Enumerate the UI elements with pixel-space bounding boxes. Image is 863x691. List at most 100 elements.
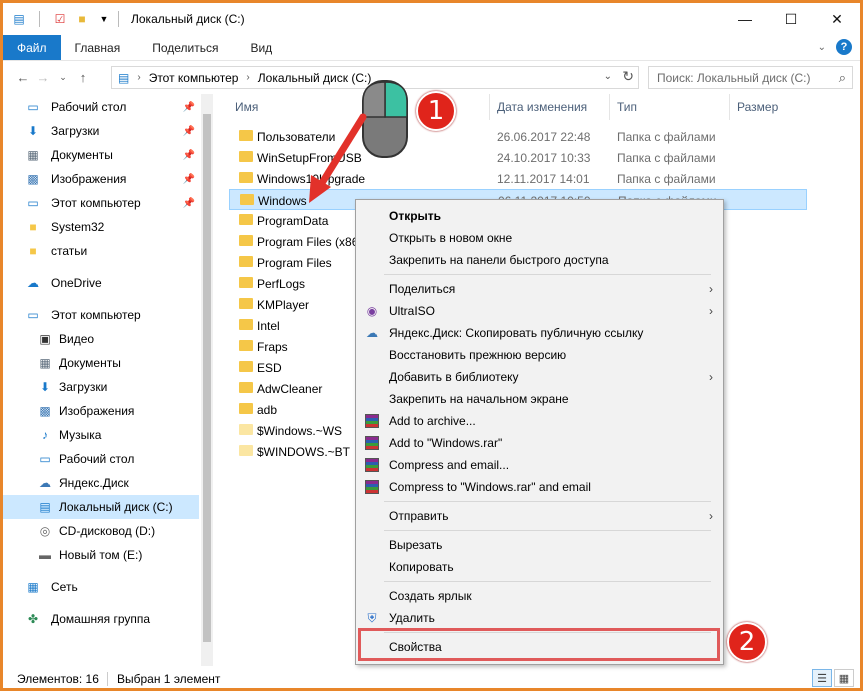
yandex-disk-icon: ☁	[366, 326, 378, 340]
sidebar-item-music[interactable]: ♪ Музыка	[3, 423, 199, 447]
submenu-arrow-icon: ›	[709, 509, 713, 523]
tab-view[interactable]: Вид	[236, 35, 286, 60]
column-date-modified[interactable]: Дата изменения	[497, 100, 587, 114]
sidebar-scrollbar[interactable]	[201, 94, 213, 666]
sidebar-item-network[interactable]: ▦ Сеть	[3, 575, 199, 599]
ribbon-right-controls: ⌄ ?	[818, 39, 852, 55]
sidebar-item-label: Рабочий стол	[59, 452, 135, 466]
sidebar-item-desktop[interactable]: ▭ Рабочий стол	[3, 447, 199, 471]
menu-item-restore-previous[interactable]: Восстановить прежнюю версию	[356, 344, 723, 366]
sidebar-item-documents[interactable]: ▦ Документы	[3, 351, 199, 375]
item-count: Элементов: 16	[17, 672, 99, 686]
sidebar-item-system32[interactable]: ■ System32	[3, 215, 199, 239]
sidebar-item-new-volume-e[interactable]: ▬ Новый том (E:)	[3, 543, 199, 567]
large-icons-view-icon[interactable]: ▦	[834, 669, 854, 687]
sidebar-item-downloads-pinned[interactable]: ⬇ Загрузки 📌	[3, 119, 199, 143]
sidebar-item-this-pc-pinned[interactable]: ▭ Этот компьютер 📌	[3, 191, 199, 215]
sidebar-item-articles[interactable]: ■ статьи	[3, 239, 199, 263]
details-view-icon[interactable]: ☰	[812, 669, 832, 687]
tab-share[interactable]: Поделиться	[138, 35, 232, 60]
menu-item-label: Открыть	[389, 209, 442, 223]
forward-button[interactable]: →	[33, 70, 53, 85]
properties-icon[interactable]: ☑	[52, 11, 68, 27]
column-type[interactable]: Тип	[617, 100, 637, 114]
shield-icon: ⛨	[367, 610, 377, 625]
menu-item-compress-rar-email[interactable]: Compress to "Windows.rar" and email	[356, 476, 723, 498]
menu-item-add-to-archive[interactable]: Add to archive...	[356, 410, 723, 432]
maximize-button[interactable]: ☐	[768, 3, 814, 35]
menu-item-label: Открыть в новом окне	[389, 231, 513, 245]
menu-item-yandex-copy-link[interactable]: ☁ Яндекс.Диск: Скопировать публичную ссыл…	[356, 322, 723, 344]
tab-file[interactable]: Файл	[3, 35, 61, 60]
sidebar-item-local-disk-c[interactable]: ▤ Локальный диск (C:)	[3, 495, 199, 519]
documents-icon: ▦	[27, 148, 39, 162]
menu-item-copy[interactable]: Копировать	[356, 556, 723, 578]
help-icon[interactable]: ?	[836, 39, 852, 55]
chevron-right-icon[interactable]: ›	[137, 72, 140, 83]
sidebar-item-desktop-pinned[interactable]: ▭ Рабочий стол 📌	[3, 95, 199, 119]
breadcrumb-this-pc[interactable]: Этот компьютер	[149, 71, 239, 85]
expand-ribbon-icon[interactable]: ⌄	[818, 42, 826, 53]
sidebar-item-video[interactable]: ▣ Видео	[3, 327, 199, 351]
tab-home[interactable]: Главная	[61, 35, 135, 60]
sidebar-item-homegroup[interactable]: ✤ Домашняя группа	[3, 607, 199, 631]
file-name: $WINDOWS.~BT	[257, 445, 351, 459]
menu-item-delete[interactable]: ⛨ Удалить	[356, 607, 723, 629]
sidebar-item-cd-drive[interactable]: ◎ CD-дисковод (D:)	[3, 519, 199, 543]
title-separator-2	[118, 11, 119, 27]
pictures-icon: ▩	[39, 404, 51, 418]
file-name: PerfLogs	[257, 277, 306, 291]
up-button[interactable]: ↑	[73, 70, 93, 85]
minimize-button[interactable]: —	[722, 3, 768, 35]
column-name[interactable]: Имя	[235, 100, 258, 114]
view-buttons: ☰ ▦	[812, 669, 854, 687]
back-button[interactable]: ←	[13, 70, 33, 85]
sidebar-item-onedrive[interactable]: ☁ OneDrive	[3, 271, 199, 295]
menu-item-add-to-library[interactable]: Добавить в библиотеку ›	[356, 366, 723, 388]
customize-dropdown-icon[interactable]: ▼	[96, 11, 112, 27]
scrollbar-thumb[interactable]	[203, 114, 211, 642]
menu-item-ultraiso[interactable]: ◉ UltraISO ›	[356, 300, 723, 322]
breadcrumb-local-disk[interactable]: Локальный диск (C:)	[258, 71, 372, 85]
sidebar-item-this-pc[interactable]: ▭ Этот компьютер	[3, 303, 199, 327]
menu-item-label: Вырезать	[389, 538, 443, 552]
menu-item-pin-start[interactable]: Закрепить на начальном экране	[356, 388, 723, 410]
sidebar-item-label: Документы	[51, 148, 113, 162]
sidebar-item-yandex-disk[interactable]: ☁ Яндекс.Диск	[3, 471, 199, 495]
menu-item-pin-quick-access[interactable]: Закрепить на панели быстрого доступа	[356, 249, 723, 271]
sidebar-item-label: OneDrive	[51, 276, 102, 290]
sidebar-item-downloads[interactable]: ⬇ Загрузки	[3, 375, 199, 399]
menu-item-open-new-window[interactable]: Открыть в новом окне	[356, 227, 723, 249]
menu-item-label: Восстановить прежнюю версию	[389, 348, 567, 362]
column-divider[interactable]	[609, 94, 610, 120]
sidebar-item-pictures-pinned[interactable]: ▩ Изображения 📌	[3, 167, 199, 191]
recent-dropdown-icon[interactable]: ⌄	[53, 72, 73, 83]
menu-item-create-shortcut[interactable]: Создать ярлык	[356, 585, 723, 607]
new-folder-icon[interactable]: ■	[74, 11, 90, 27]
menu-item-add-to-rar[interactable]: Add to "Windows.rar"	[356, 432, 723, 454]
cd-icon: ◎	[39, 524, 51, 538]
computer-icon: ▭	[27, 308, 39, 322]
pointer-arrow-icon	[309, 113, 367, 203]
column-divider[interactable]	[729, 94, 730, 120]
video-icon: ▣	[39, 332, 51, 346]
menu-item-send-to[interactable]: Отправить ›	[356, 505, 723, 527]
chevron-right-icon[interactable]: ›	[246, 72, 249, 83]
menu-item-open[interactable]: Открыть	[356, 205, 723, 227]
sidebar-item-pictures[interactable]: ▩ Изображения	[3, 399, 199, 423]
column-size[interactable]: Размер	[737, 100, 778, 114]
file-name: Intel	[257, 319, 280, 333]
column-divider[interactable]	[489, 94, 490, 120]
sidebar-item-documents-pinned[interactable]: ▦ Документы 📌	[3, 143, 199, 167]
menu-separator	[384, 581, 711, 582]
refresh-icon[interactable]: ↻	[622, 68, 634, 85]
close-button[interactable]: ✕	[814, 3, 860, 35]
menu-item-share[interactable]: Поделиться ›	[356, 278, 723, 300]
address-dropdown-icon[interactable]: ⌄	[604, 71, 612, 82]
menu-item-cut[interactable]: Вырезать	[356, 534, 723, 556]
menu-item-compress-email[interactable]: Compress and email...	[356, 454, 723, 476]
menu-item-label: Compress and email...	[389, 458, 510, 472]
folder-icon	[239, 361, 253, 372]
folder-icon: ■	[29, 220, 37, 234]
search-input[interactable]: Поиск: Локальный диск (C:) ⌕	[648, 66, 853, 89]
